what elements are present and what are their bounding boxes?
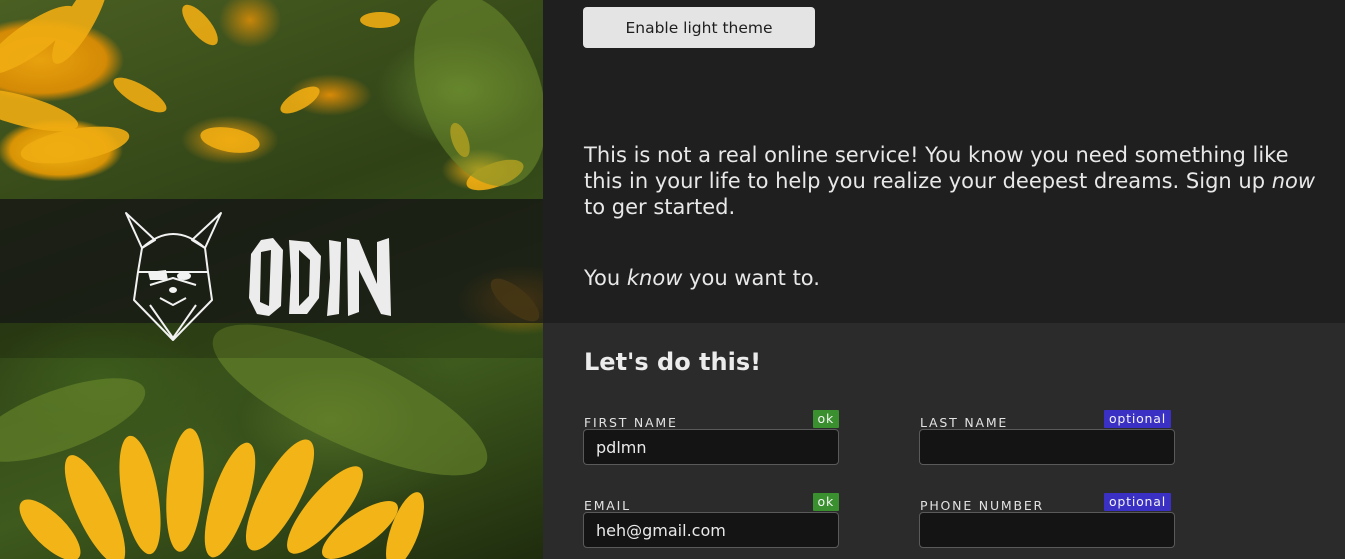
phone-number-optional-badge: optional — [1103, 493, 1171, 511]
last-name-optional-badge: optional — [1103, 410, 1171, 428]
enable-light-theme-button[interactable]: Enable light theme — [583, 7, 815, 48]
last-name-label: LAST NAME — [920, 415, 1009, 430]
intro-paragraph-2: You know you want to. — [584, 266, 820, 290]
odin-wordmark — [249, 238, 391, 316]
emphasis-know: know — [626, 266, 683, 290]
email-ok-badge: ok — [812, 493, 839, 511]
first-name-ok-badge: ok — [812, 410, 839, 428]
last-name-input[interactable] — [919, 429, 1175, 465]
phone-number-input[interactable] — [919, 512, 1175, 548]
emphasis-now: now — [1271, 169, 1316, 193]
form-title: Let's do this! — [584, 348, 762, 376]
phone-number-label: PHONE NUMBER — [920, 498, 1045, 513]
hero-image — [0, 0, 543, 559]
intro-text: This is not a real online service! You k… — [584, 142, 1324, 291]
signup-form-panel: Let's do this! FIRST NAME ok LAST NAME o… — [543, 323, 1345, 559]
intro-paragraph-1: This is not a real online service! You k… — [584, 143, 1316, 219]
banner-shadow — [0, 323, 543, 358]
odin-helmet-logo-icon — [125, 212, 222, 341]
email-label: EMAIL — [584, 498, 631, 513]
first-name-input[interactable] — [583, 429, 839, 465]
first-name-label: FIRST NAME — [584, 415, 678, 430]
email-input[interactable] — [583, 512, 839, 548]
